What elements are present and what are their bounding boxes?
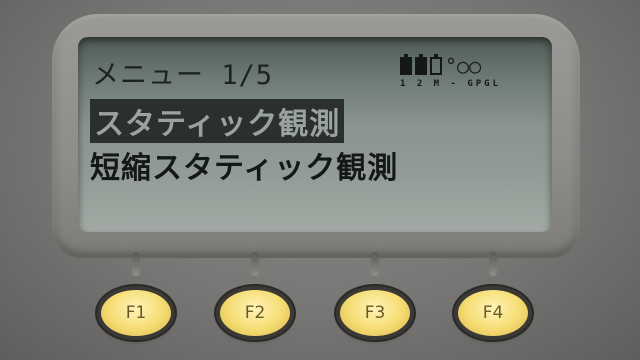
battery-empty-icon <box>430 54 442 75</box>
key-notch <box>251 252 259 276</box>
status-indicators: °○○ 1 2 M - GPGL <box>400 49 536 93</box>
device-body: メニュー 1/5 °○○ 1 2 M - GPGL スタティック観測 短縮スタテ… <box>0 0 640 360</box>
f4-button[interactable]: F4 <box>458 290 528 336</box>
menu-item-fast-static-survey[interactable]: 短縮スタティック観測 <box>90 143 398 187</box>
f1-button[interactable]: F1 <box>101 290 171 336</box>
status-labels: 1 2 M - GPGL <box>400 79 502 89</box>
menu-item-static-survey[interactable]: スタティック観測 <box>90 99 345 143</box>
key-notch <box>489 252 497 276</box>
status-icon-row: °○○ <box>400 49 536 78</box>
battery-full-icon <box>400 54 412 75</box>
key-notch <box>371 252 379 276</box>
f2-button[interactable]: F2 <box>220 290 290 336</box>
lcd-screen: メニュー 1/5 °○○ 1 2 M - GPGL スタティック観測 短縮スタテ… <box>78 37 552 232</box>
f3-button[interactable]: F3 <box>340 290 410 336</box>
key-notch <box>132 252 140 276</box>
battery-full-icon <box>415 54 427 75</box>
radio-signal-icon: °○○ <box>445 54 482 78</box>
menu-title: メニュー 1/5 <box>92 60 274 91</box>
